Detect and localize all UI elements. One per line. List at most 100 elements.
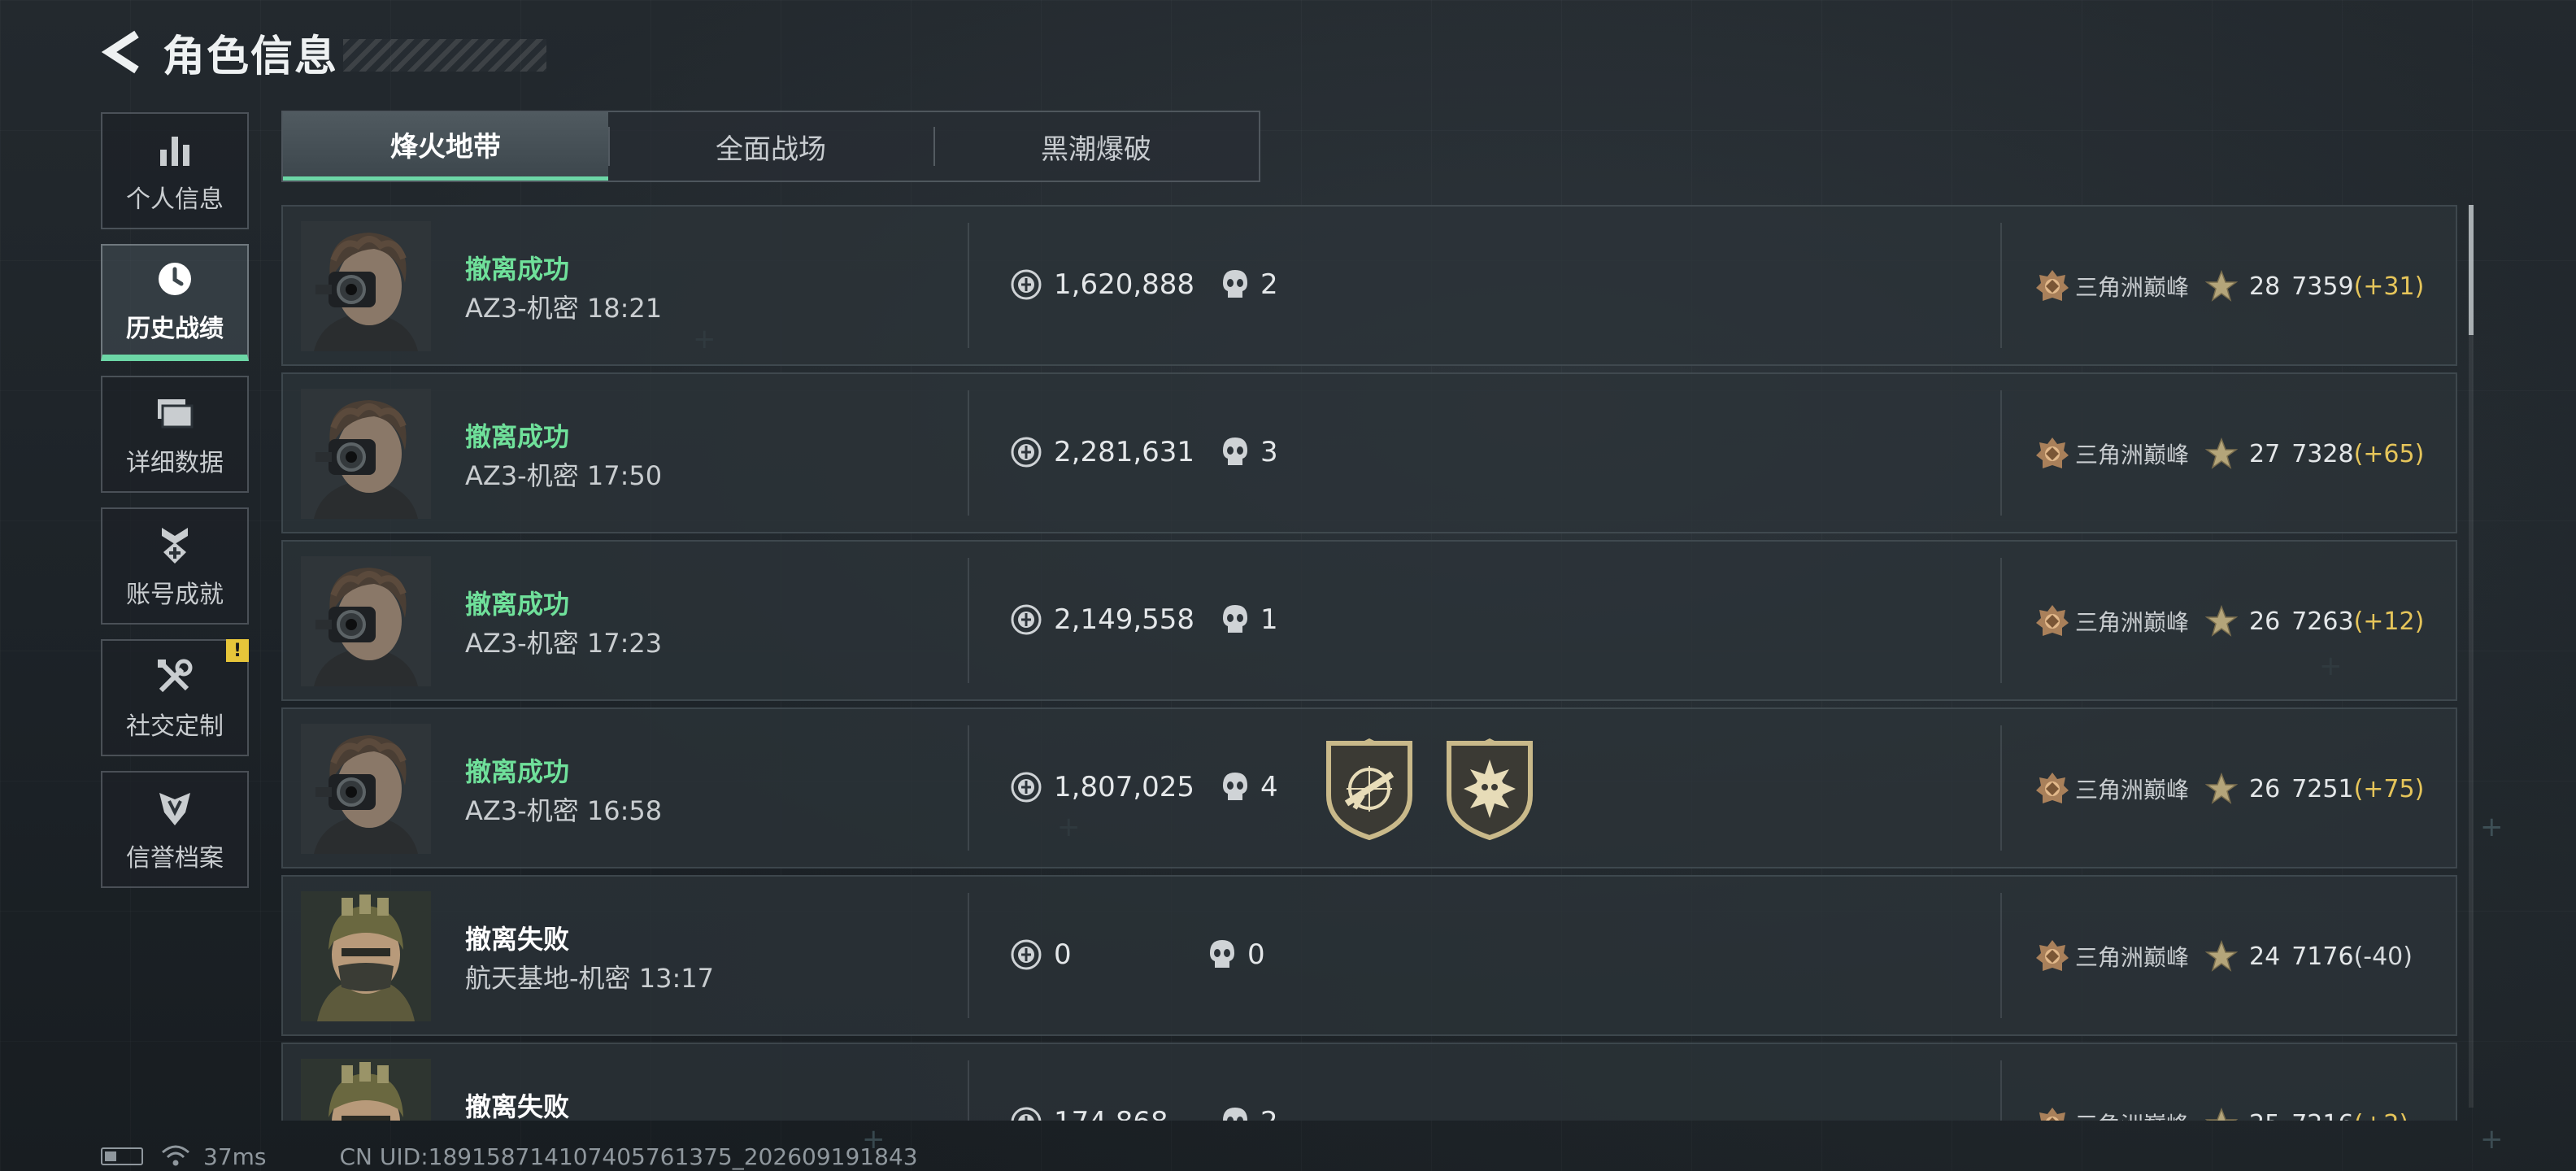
- sidebar-item-label: 信誉档案: [126, 844, 224, 873]
- page-title: 角色信息: [163, 32, 339, 81]
- star-icon: [2204, 939, 2239, 973]
- score-delta: (+75): [2353, 774, 2425, 803]
- skull-icon: [1221, 436, 1249, 468]
- rank-info: 三角洲巅峰 25 7216(+2): [2034, 1106, 2408, 1121]
- sidebar-item-details[interactable]: 详细数据: [101, 376, 249, 493]
- battery-icon: [101, 1147, 143, 1165]
- screen: + + + + + + 角色信息 个人信息 历史战绩 详细数据: [0, 0, 2576, 1171]
- mode-tabs: 烽火地带 全面战场 黑潮爆破: [281, 111, 1260, 182]
- value-text: 1,807,025: [1054, 771, 1195, 803]
- column-divider: [968, 558, 969, 683]
- map-name: AZ3-机密: [465, 795, 579, 826]
- extraction-status: 撤离成功: [465, 421, 570, 452]
- status-bar: 37ms CN UID:189158714107405761375_202609…: [101, 1142, 918, 1171]
- rank-emblem-icon: [2034, 436, 2070, 472]
- sidebar-item-label: 社交定制: [126, 712, 224, 741]
- clock-icon: [152, 256, 198, 302]
- sidebar-item-reputation[interactable]: 信誉档案: [101, 771, 249, 888]
- match-row[interactable]: 撤离成功 AZ3-机密 17:23 2,149,558 1 三角洲巅峰 26 7263(+1…: [281, 540, 2457, 701]
- sidebar-item-label: 账号成就: [126, 581, 224, 609]
- sun-skull-medal-icon[interactable]: [1442, 738, 1537, 841]
- coin-icon: [1010, 268, 1042, 301]
- rank-emblem-icon: [2034, 938, 2070, 974]
- tab-mode-3[interactable]: 黑潮爆破: [933, 112, 1259, 181]
- rank-name: 三角洲巅峰: [2075, 944, 2190, 971]
- level: 26: [2249, 774, 2281, 803]
- kill-text: 2: [1260, 268, 1278, 301]
- level: 28: [2249, 272, 2281, 301]
- page-header: 角色信息: [98, 23, 547, 81]
- shield-emblem-icon: [152, 786, 198, 831]
- star-icon: [2204, 604, 2239, 638]
- sidebar-item-social[interactable]: 社交定制 !: [101, 639, 249, 756]
- rank-score: 7359(+31): [2291, 272, 2424, 301]
- match-row[interactable]: 撤离成功 AZ3-机密 18:21 1,620,888 2 三角洲巅峰 28 7359(+3…: [281, 205, 2457, 366]
- map-and-time: AZ3-机密 18:21: [465, 288, 662, 325]
- column-divider: [2000, 893, 2002, 1018]
- column-divider: [2000, 725, 2002, 851]
- score-value: 7176: [2291, 942, 2354, 971]
- level: 24: [2249, 942, 2281, 971]
- match-row[interactable]: 撤离成功 AZ3-机密 17:50 2,281,631 3 三角洲巅峰 27 7328(+6…: [281, 372, 2457, 533]
- star-icon: [2204, 269, 2239, 303]
- score-delta: (+2): [2354, 1110, 2409, 1121]
- sidebar-item-label: 个人信息: [126, 185, 224, 214]
- skull-icon: [1208, 938, 1236, 971]
- kill-text: 0: [1247, 938, 1265, 971]
- score-delta: (+31): [2353, 272, 2425, 301]
- match-row[interactable]: 撤离成功 AZ3-机密 16:58 1,807,025 4 三角洲巅峰 26 7251(+7…: [281, 707, 2457, 868]
- extracted-value: 2,281,631: [1010, 436, 1194, 468]
- skull-icon: [1221, 268, 1249, 301]
- coin-icon: [1010, 603, 1042, 636]
- rank-emblem-icon: [2034, 603, 2070, 639]
- sidebar-item-label: 详细数据: [126, 449, 224, 477]
- rank-emblem-icon: [2034, 1106, 2070, 1121]
- extraction-status: 撤离失败: [465, 1091, 570, 1121]
- map-and-time: AZ3-机密 16:58: [465, 790, 662, 828]
- rifle-medal-icon[interactable]: [1322, 738, 1416, 841]
- column-divider: [2000, 1060, 2002, 1121]
- map-and-time: AZ3-机密 17:50: [465, 455, 662, 493]
- operator-avatar: [301, 221, 431, 351]
- map-and-time: 航天基地-机密 13:17: [465, 958, 714, 995]
- rank-score: 7176(-40): [2291, 942, 2413, 971]
- rank-score: 7263(+12): [2291, 607, 2424, 636]
- skull-icon: [1221, 603, 1249, 636]
- uid-text: CN UID:189158714107405761375_20260919184…: [339, 1143, 918, 1170]
- operator-avatar: [301, 556, 431, 686]
- rank-name: 三角洲巅峰: [2075, 609, 2190, 636]
- tab-mode-2[interactable]: 全面战场: [608, 112, 933, 181]
- alert-badge: !: [226, 639, 249, 662]
- extracted-value: 0: [1010, 938, 1072, 971]
- match-row[interactable]: 撤离失败 174,868 2 三角洲巅峰 25 7216(+2): [281, 1043, 2457, 1121]
- extracted-value: 2,149,558: [1010, 603, 1194, 636]
- match-history-list[interactable]: 撤离成功 AZ3-机密 18:21 1,620,888 2 三角洲巅峰 28 7359(+3…: [281, 205, 2457, 1121]
- match-time: 16:58: [586, 795, 663, 826]
- rank-info: 三角洲巅峰 28 7359(+31): [2034, 268, 2424, 304]
- scrollbar-thumb[interactable]: [2469, 205, 2474, 335]
- back-arrow-icon[interactable]: [98, 23, 146, 81]
- score-delta: (-40): [2353, 942, 2413, 971]
- rank-info: 三角洲巅峰 27 7328(+65): [2034, 436, 2424, 472]
- decor-plus-icon: +: [2480, 811, 2504, 843]
- achievement-badge-icon: [152, 522, 198, 568]
- operator-avatar: [301, 724, 431, 854]
- scrollbar[interactable]: [2469, 205, 2474, 1108]
- match-row[interactable]: 撤离失败 航天基地-机密 13:17 0 0 三角洲巅峰 24 7176(-40): [281, 875, 2457, 1036]
- sidebar-item-profile[interactable]: 个人信息: [101, 112, 249, 229]
- rank-emblem-icon: [2034, 268, 2070, 304]
- sidebar-item-history[interactable]: 历史战绩: [101, 244, 249, 361]
- tab-mode-1[interactable]: 烽火地带: [283, 112, 608, 181]
- kill-count: 0: [1208, 938, 1265, 971]
- extracted-value: 1,620,888: [1010, 268, 1194, 301]
- kill-text: 2: [1260, 1106, 1278, 1121]
- coin-icon: [1010, 436, 1042, 468]
- rank-name: 三角洲巅峰: [2075, 274, 2190, 301]
- column-divider: [2000, 558, 2002, 683]
- match-time: 18:21: [586, 293, 663, 324]
- sidebar-item-achievements[interactable]: 账号成就: [101, 507, 249, 625]
- level: 26: [2249, 607, 2281, 636]
- score-delta: (+65): [2353, 439, 2425, 468]
- level: 27: [2249, 439, 2281, 468]
